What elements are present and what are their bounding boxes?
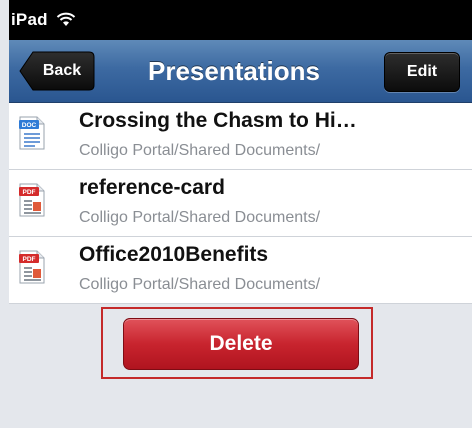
svg-text:PDF: PDF [23, 189, 36, 196]
page-title: Presentations [148, 56, 320, 86]
file-name: Crossing the Chasm to Hi… [79, 109, 357, 132]
wifi-icon [56, 12, 76, 26]
svg-text:DOC: DOC [22, 122, 37, 129]
file-path: Colligo Portal/Shared Documents/ [79, 276, 321, 293]
file-path: Colligo Portal/Shared Documents/ [79, 142, 321, 159]
delete-button[interactable]: Delete [123, 318, 359, 370]
back-label: Back [42, 62, 82, 79]
file-name: Office2010Benefits [79, 243, 269, 266]
status-bar: iPad [9, 0, 472, 40]
file-list: DOC Crossing the Chasm to Hi… Colligo Po… [9, 103, 472, 304]
navigation-bar: Back Presentations Edit [9, 40, 472, 103]
svg-text:PDF: PDF [23, 256, 36, 263]
app-frame: iPad Back Presentations Edit DOC Crossin… [9, 0, 472, 428]
file-name: reference-card [79, 176, 225, 199]
doc-file-icon: DOC [19, 116, 45, 150]
edit-button[interactable]: Edit [384, 52, 460, 92]
back-button[interactable]: Back [19, 51, 95, 91]
device-label: iPad [11, 10, 48, 29]
pdf-file-icon: PDF [19, 250, 45, 284]
list-item[interactable]: DOC Crossing the Chasm to Hi… Colligo Po… [9, 103, 472, 170]
delete-confirmation-area: Delete [9, 304, 472, 428]
list-item[interactable]: PDF reference-card Colligo Portal/Shared… [9, 170, 472, 237]
pdf-file-icon: PDF [19, 183, 45, 217]
list-item[interactable]: PDF Office2010Benefits Colligo Portal/Sh… [9, 237, 472, 304]
file-path: Colligo Portal/Shared Documents/ [79, 209, 321, 226]
